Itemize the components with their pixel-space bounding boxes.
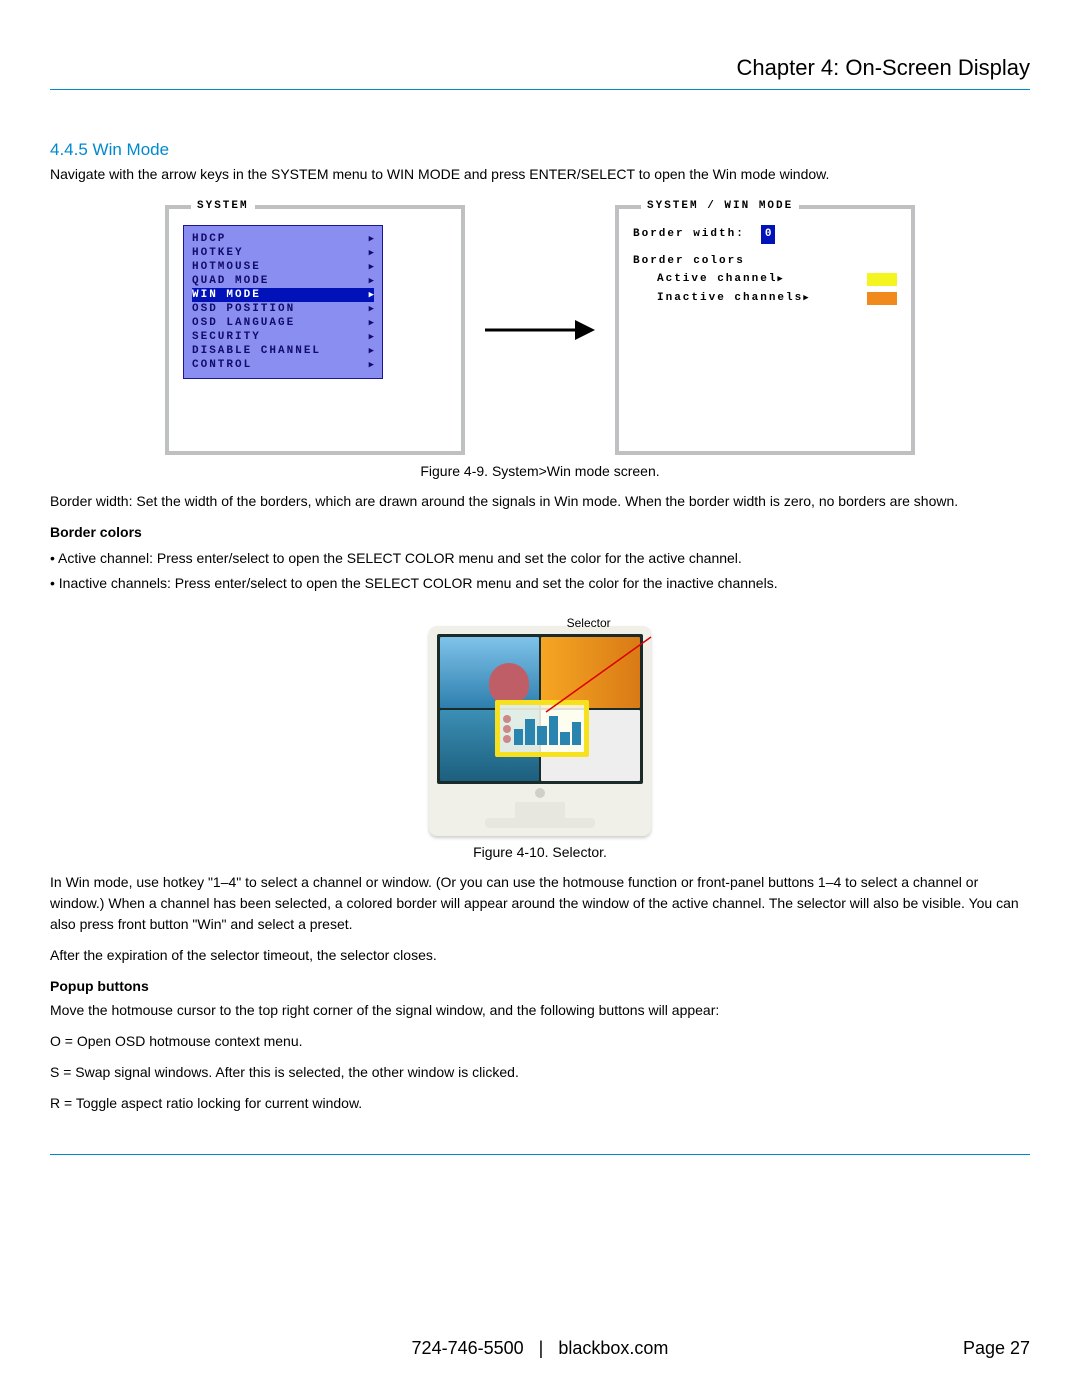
- popup-intro: Move the hotmouse cursor to the top righ…: [50, 1000, 1030, 1021]
- border-width-value: 0: [761, 225, 776, 244]
- border-width-label: Border width:: [633, 225, 745, 244]
- menu-item-control: CONTROL▶: [192, 358, 374, 372]
- figure-4-9: SYSTEM HDCP▶HOTKEY▶HOTMOUSE▶QUAD MODE▶WI…: [50, 205, 1030, 455]
- menu-item-hotmouse: HOTMOUSE▶: [192, 260, 374, 274]
- popup-buttons-heading: Popup buttons: [50, 978, 1030, 994]
- osd-winmode-box: SYSTEM / WIN MODE Border width: 0 Border…: [615, 205, 915, 455]
- inactive-channels-label: Inactive channels: [657, 292, 803, 304]
- monitor-illustration: [429, 626, 651, 836]
- popup-s: S = Swap signal windows. After this is s…: [50, 1062, 1030, 1083]
- menu-item-osd-position: OSD POSITION▶: [192, 302, 374, 316]
- arrow-icon: [485, 310, 595, 350]
- inactive-color-swatch: [867, 292, 897, 305]
- osd-system-box: SYSTEM HDCP▶HOTKEY▶HOTMOUSE▶QUAD MODE▶WI…: [165, 205, 465, 455]
- border-colors-heading: Border colors: [50, 524, 1030, 540]
- border-colors-label: Border colors: [633, 252, 897, 271]
- timeout-paragraph: After the expiration of the selector tim…: [50, 945, 1030, 966]
- menu-item-win-mode: WIN MODE▶: [192, 288, 374, 302]
- bullet-inactive-channels: • Inactive channels: Press enter/select …: [50, 571, 1030, 596]
- active-channel-label: Active channel: [657, 273, 777, 285]
- chapter-header: Chapter 4: On-Screen Display: [50, 55, 1030, 90]
- page-footer: 724-746-5500 | blackbox.com Page 27: [50, 1338, 1030, 1359]
- osd-winmode-title: SYSTEM / WIN MODE: [641, 200, 799, 212]
- active-color-swatch: [867, 273, 897, 286]
- menu-item-hotkey: HOTKEY▶: [192, 246, 374, 260]
- section-heading: 4.4.5 Win Mode: [50, 140, 1030, 160]
- selector-label: Selector: [567, 616, 611, 630]
- menu-item-disable-channel: DISABLE CHANNEL▶: [192, 344, 374, 358]
- bullet-active-channel: • Active channel: Press enter/select to …: [50, 546, 1030, 571]
- osd-system-title: SYSTEM: [191, 200, 255, 212]
- popup-o: O = Open OSD hotmouse context menu.: [50, 1031, 1030, 1052]
- footer-phone: 724-746-5500: [412, 1338, 524, 1358]
- figure-4-10: Selector: [50, 626, 1030, 836]
- selector-overlay: [495, 700, 590, 757]
- system-menu: HDCP▶HOTKEY▶HOTMOUSE▶QUAD MODE▶WIN MODE▶…: [183, 225, 383, 379]
- menu-item-osd-language: OSD LANGUAGE▶: [192, 316, 374, 330]
- intro-text: Navigate with the arrow keys in the SYST…: [50, 164, 1030, 185]
- popup-r: R = Toggle aspect ratio locking for curr…: [50, 1093, 1030, 1114]
- footer-site: blackbox.com: [558, 1338, 668, 1358]
- menu-item-quad-mode: QUAD MODE▶: [192, 274, 374, 288]
- winmode-paragraph: In Win mode, use hotkey "1–4" to select …: [50, 872, 1030, 935]
- menu-item-security: SECURITY▶: [192, 330, 374, 344]
- border-width-paragraph: Border width: Set the width of the borde…: [50, 491, 1030, 512]
- footer-separator: |: [539, 1338, 544, 1358]
- menu-item-hdcp: HDCP▶: [192, 232, 374, 246]
- figure-4-9-caption: Figure 4-9. System>Win mode screen.: [50, 463, 1030, 479]
- figure-4-10-caption: Figure 4-10. Selector.: [50, 844, 1030, 860]
